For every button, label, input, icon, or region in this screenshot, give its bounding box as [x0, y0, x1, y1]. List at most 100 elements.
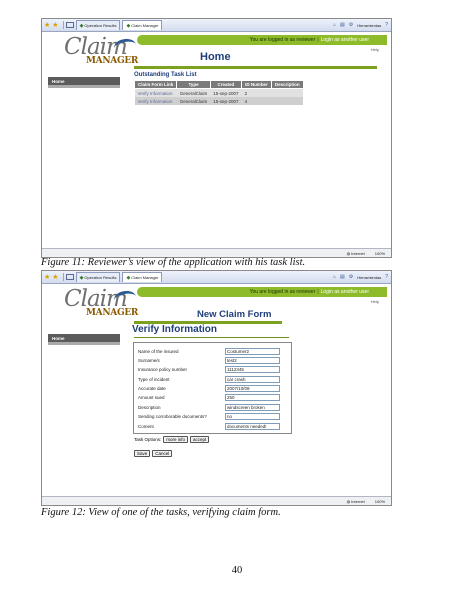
zoom-level[interactable]: 100% — [375, 251, 385, 256]
field-label: Accurate date — [138, 385, 166, 391]
task-table: Claim Form Link Type Created ID Number D… — [133, 80, 304, 105]
print-icon[interactable]: ▤ — [340, 274, 345, 280]
tab-claim-manager[interactable]: ◆ Claim Manager — [122, 20, 163, 30]
cancel-button[interactable]: Cancel — [152, 450, 173, 457]
favorites-star-icon[interactable]: ★ — [44, 274, 50, 281]
accurate-date-input[interactable]: 2007/10/09 — [225, 384, 280, 392]
print-icon[interactable]: ▤ — [340, 22, 345, 28]
claim-manager-logo: Claim MANAGER — [64, 286, 139, 318]
tab-separator — [62, 273, 64, 281]
form-row: Description windscreen broken — [138, 403, 280, 411]
sidebar-item-home[interactable]: Home — [48, 334, 120, 342]
save-button[interactable]: Save — [134, 450, 151, 457]
form-row: Amount sued 250 — [138, 393, 280, 401]
tools-menu[interactable]: Herramientas — [357, 275, 381, 280]
globe-icon: ◍ — [346, 250, 351, 256]
figure-12-screenshot: ★ ★ ◆ Operation Results ◆ Claim Manager … — [41, 270, 392, 506]
task-table-header: Claim Form Link Type Created ID Number D… — [133, 80, 304, 89]
tools-icon[interactable]: ⚙ — [349, 22, 353, 28]
globe-icon: ◍ — [346, 498, 351, 504]
page-title: Home — [200, 51, 231, 63]
help-link[interactable]: Help — [371, 299, 379, 304]
browser-toolbar-tools: ⌂ ▤ ⚙ Herramientas ? — [333, 22, 391, 28]
table-row: Verify Information GeneralClaim 15-sep-2… — [134, 88, 304, 97]
favorites-star-icon[interactable]: ★ — [44, 22, 50, 29]
tab-list-icon[interactable] — [65, 274, 74, 280]
page-content: Claim MANAGER You are logged in as revie… — [42, 32, 391, 249]
table-cell: 15-sep-2007 — [210, 88, 242, 97]
amount-input[interactable]: 250 — [225, 393, 280, 401]
help-icon[interactable]: ? — [385, 274, 388, 280]
login-another-user-link[interactable]: Login as another user — [321, 37, 369, 43]
form-heading-rule — [134, 337, 289, 338]
form-row: Surname/s test2 — [138, 356, 280, 364]
status-bar: ◍ Internet 100% — [42, 248, 391, 257]
title-rule — [134, 66, 377, 69]
table-cell: 15-sep-2007 — [210, 97, 242, 105]
help-icon[interactable]: ? — [385, 22, 388, 28]
table-cell: 2 — [241, 88, 272, 97]
field-label: Amount sued — [138, 394, 165, 400]
col-id-number: ID Number — [241, 80, 272, 89]
description-input[interactable]: windscreen broken — [225, 403, 280, 411]
help-link[interactable]: Help — [371, 47, 379, 52]
add-favorite-icon[interactable]: ★ — [52, 274, 58, 281]
login-band: You are logged in as reviewer | Login as… — [137, 287, 387, 297]
verify-information-link[interactable]: Verify Information — [138, 99, 173, 104]
field-label: Name of the insured — [138, 348, 179, 354]
page-icon: ◆ — [79, 274, 84, 281]
tab-operation-results[interactable]: ◆ Operation Results — [75, 20, 121, 30]
field-label: Description — [138, 404, 161, 410]
field-label: Surname/s — [138, 357, 160, 363]
form-actions: Save Cancel — [134, 450, 173, 457]
table-cell — [271, 97, 304, 105]
field-label: Sending corroborable documents? — [138, 413, 207, 419]
field-label: Coment — [138, 423, 154, 429]
zoom-level[interactable]: 100% — [375, 499, 385, 504]
task-options: Task Options: more info accept — [134, 436, 210, 443]
form-row: Sending corroborable documents? no — [138, 412, 280, 420]
status-bar: ◍ Internet 100% — [42, 496, 391, 505]
figure-11-caption: Figure 11: Reviewer’s view of the applic… — [41, 257, 306, 268]
name-input[interactable]: Costumer2 — [225, 347, 280, 355]
internet-zone: ◍ Internet — [346, 498, 365, 504]
sidebar-shade — [48, 342, 120, 345]
home-icon[interactable]: ⌂ — [333, 22, 336, 28]
surname-input[interactable]: test2 — [225, 356, 280, 364]
form-row: Name of the insured Costumer2 — [138, 347, 280, 355]
table-row: Verify Information GeneralClaim 15-sep-2… — [134, 97, 304, 105]
page-number: 40 — [231, 565, 243, 576]
sidebar-shade — [48, 85, 120, 88]
accept-button[interactable]: accept — [190, 436, 210, 443]
comment-input[interactable]: documents needed! — [225, 422, 280, 430]
tab-operation-results[interactable]: ◆ Operation Results — [75, 272, 121, 282]
tab-separator — [62, 21, 64, 29]
form-heading: Verify Information — [132, 324, 218, 335]
page-icon: ◆ — [79, 22, 84, 29]
page-icon: ◆ — [126, 274, 131, 281]
home-icon[interactable]: ⌂ — [333, 274, 336, 280]
page-title: New Claim Form — [197, 309, 272, 320]
browser-tabbar: ★ ★ ◆ Operation Results ◆ Claim Manager … — [42, 19, 391, 32]
login-another-user-link[interactable]: Login as another user — [321, 289, 369, 295]
internet-zone: ◍ Internet — [346, 250, 365, 256]
form-row: Accurate date 2007/10/09 — [138, 384, 280, 392]
page-icon: ◆ — [126, 22, 131, 29]
verify-information-link[interactable]: Verify Information — [138, 91, 173, 96]
documents-input[interactable]: no — [225, 412, 280, 420]
more-info-button[interactable]: more info — [163, 436, 189, 443]
table-cell — [271, 88, 304, 97]
tools-icon[interactable]: ⚙ — [349, 274, 353, 280]
claim-manager-logo: Claim MANAGER — [64, 34, 139, 66]
incident-type-input[interactable]: car crash — [225, 375, 280, 383]
sidebar-item-home[interactable]: Home — [48, 77, 120, 85]
tab-list-icon[interactable] — [65, 22, 74, 28]
policy-number-input[interactable]: 1112345 — [225, 365, 280, 373]
tab-claim-manager[interactable]: ◆ Claim Manager — [122, 272, 163, 282]
claim-form: Name of the insured Costumer2 Surname/s … — [133, 342, 292, 434]
form-row: Type of incident car crash — [138, 375, 280, 383]
form-row: Coment documents needed! — [138, 422, 280, 430]
add-favorite-icon[interactable]: ★ — [52, 22, 58, 29]
table-cell: GeneralClaim — [176, 88, 211, 97]
tools-menu[interactable]: Herramientas — [357, 23, 381, 28]
